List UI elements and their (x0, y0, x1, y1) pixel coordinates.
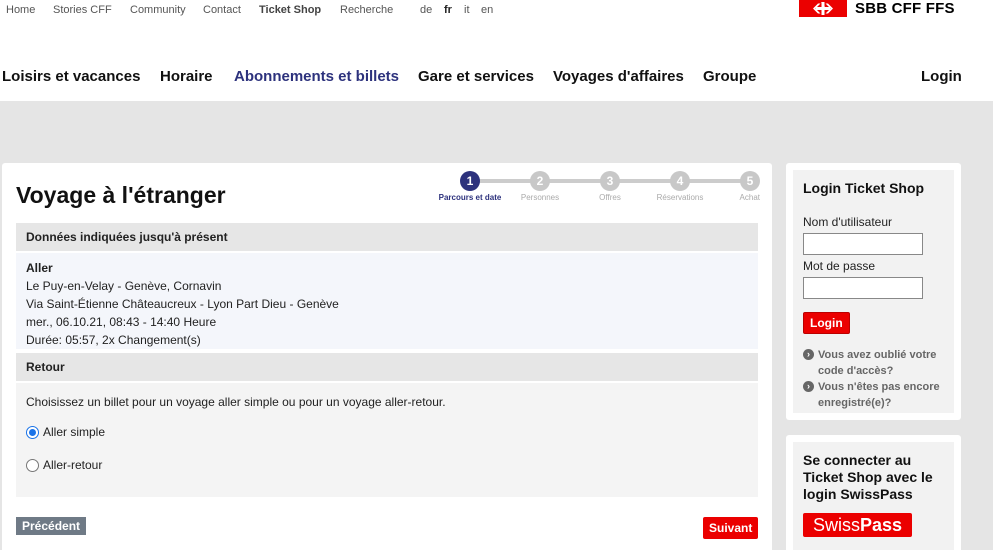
step-label: Personnes (520, 193, 560, 202)
next-button[interactable]: Suivant (703, 517, 759, 539)
nav-item-horaire[interactable]: Horaire (160, 68, 213, 85)
outbound-duration: Durée: 05:57, 2x Changement(s) (26, 333, 201, 347)
radio-label: Aller simple (43, 425, 106, 439)
summary-heading: Données indiquées jusqu'à présent (16, 223, 758, 251)
step-4: 4 Réservations (657, 171, 703, 202)
trip-type-choice: Choisissez un billet pour un voyage alle… (16, 383, 758, 497)
swisspass-box: Se connecter au Ticket Shop avec le logi… (786, 435, 961, 550)
trip-type-prompt: Choisissez un billet pour un voyage alle… (26, 395, 446, 409)
forgot-access-link[interactable]: › Vous avez oublié votre code d'accès? (803, 347, 951, 379)
outbound-via: Via Saint-Étienne Châteaucreux - Lyon Pa… (26, 297, 339, 311)
topbar-link-ticket-shop[interactable]: Ticket Shop (259, 4, 321, 16)
swisspass-title: Se connecter au Ticket Shop avec le logi… (803, 452, 933, 502)
swisspass-login-button[interactable]: SwissPass (803, 513, 912, 537)
username-field[interactable] (803, 233, 923, 255)
page-title: Voyage à l'étranger (16, 182, 226, 208)
nav-login[interactable]: Login (921, 68, 962, 85)
radio-aller-simple[interactable]: Aller simple (26, 425, 105, 439)
main-nav: Loisirs et vacances Horaire Abonnements … (0, 62, 993, 92)
previous-button[interactable]: Précédent (16, 517, 87, 535)
outbound-label: Aller (26, 261, 53, 275)
nav-item-abonnements[interactable]: Abonnements et billets (234, 68, 399, 85)
brand-logo[interactable]: SBB CFF FFS (799, 0, 955, 17)
login-box: Login Ticket Shop Nom d'utilisateur Mot … (786, 163, 961, 420)
swiss-rail-icon (799, 0, 847, 17)
nav-item-loisirs[interactable]: Loisirs et vacances (2, 68, 140, 85)
chevron-right-icon: › (803, 381, 814, 392)
topbar-link-contact[interactable]: Contact (203, 4, 241, 16)
brand-name: SBB CFF FFS (855, 0, 955, 17)
outbound-route: Le Puy-en-Velay - Genève, Cornavin (26, 279, 222, 293)
username-label: Nom d'utilisateur (803, 215, 892, 229)
chevron-right-icon: › (803, 349, 814, 360)
language-fr[interactable]: fr (444, 4, 452, 16)
language-de[interactable]: de (420, 4, 432, 16)
password-label: Mot de passe (803, 259, 876, 273)
login-button[interactable]: Login (803, 312, 850, 334)
return-heading: Retour (16, 353, 758, 381)
step-label: Offres (599, 193, 621, 202)
topbar-link-community[interactable]: Community (130, 4, 186, 16)
nav-item-voyages-affaires[interactable]: Voyages d'affaires (553, 68, 684, 85)
language-en[interactable]: en (481, 4, 493, 16)
register-link[interactable]: › Vous n'êtes pas encore enregistré(e)? (803, 379, 951, 411)
login-box-title: Login Ticket Shop (803, 180, 925, 196)
progress-steps: 1 Parcours et date 2 Personnes 3 Offres … (439, 171, 764, 211)
radio-label: Aller-retour (43, 458, 103, 472)
booking-panel: Voyage à l'étranger 1 Parcours et date 2… (2, 163, 772, 550)
nav-item-gare[interactable]: Gare et services (418, 68, 534, 85)
step-2: 2 Personnes (521, 171, 559, 202)
topbar-link-stories[interactable]: Stories CFF (53, 4, 112, 16)
topbar-link-recherche[interactable]: Recherche (340, 4, 393, 16)
radio-button[interactable] (26, 458, 39, 472)
outbound-datetime: mer., 06.10.21, 08:43 - 14:40 Heure (26, 315, 217, 329)
step-label: Parcours et date (438, 193, 502, 202)
step-3: 3 Offres (599, 171, 621, 202)
step-5: 5 Achat (740, 171, 760, 202)
radio-button[interactable] (26, 425, 39, 439)
step-1: 1 Parcours et date (439, 171, 501, 202)
step-label: Réservations (656, 193, 704, 202)
language-it[interactable]: it (464, 4, 470, 16)
nav-item-groupe[interactable]: Groupe (703, 68, 756, 85)
outbound-info: Aller Le Puy-en-Velay - Genève, Cornavin… (16, 253, 758, 349)
radio-aller-retour[interactable]: Aller-retour (26, 458, 102, 472)
topbar-link-home[interactable]: Home (6, 4, 35, 16)
password-field[interactable] (803, 277, 923, 299)
step-label: Achat (739, 193, 760, 202)
